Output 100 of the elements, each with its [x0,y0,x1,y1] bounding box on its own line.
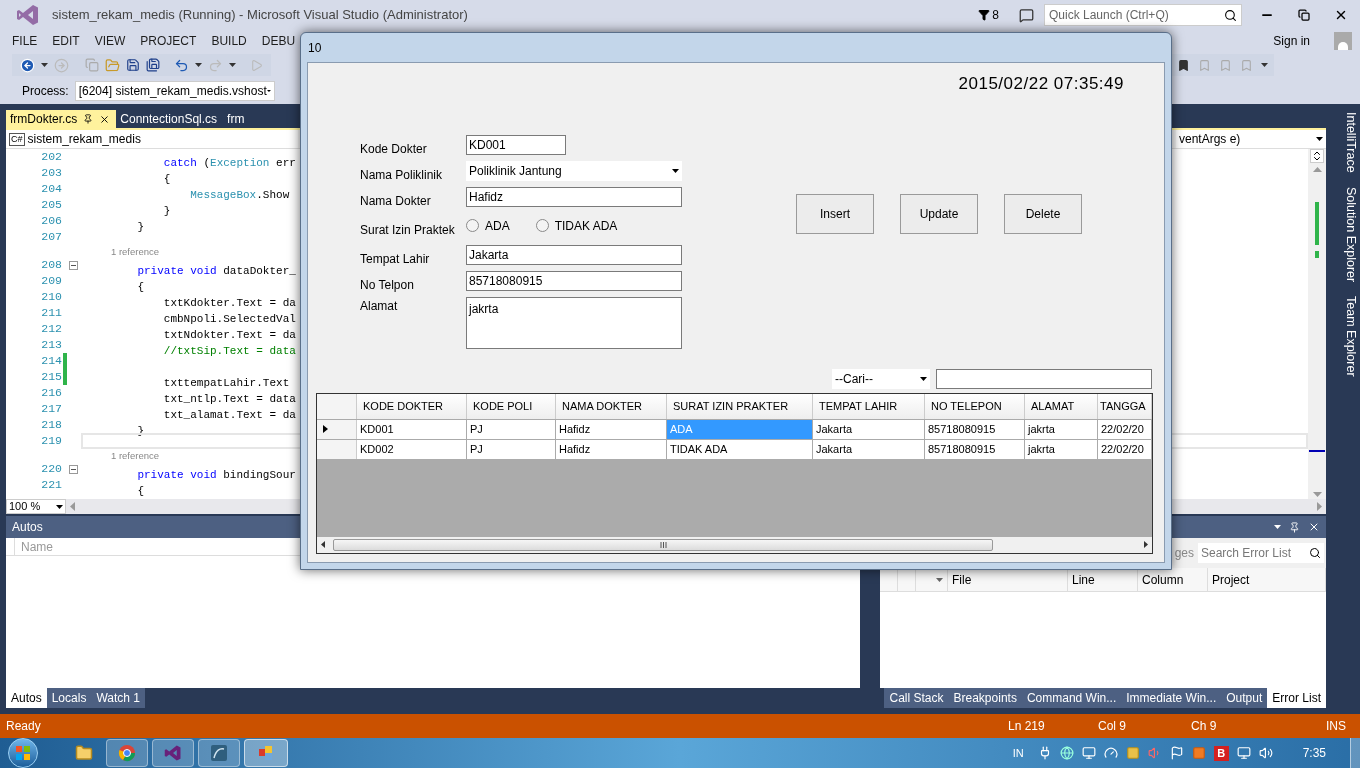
clock[interactable]: 7:35 [1302,744,1326,762]
panel-tab[interactable]: Immediate Win... [1121,688,1222,708]
table-cell[interactable]: 22/02/20 [1098,439,1152,459]
close-icon[interactable] [1308,521,1320,533]
taskbar-button[interactable] [152,739,194,767]
scroll-down-icon[interactable] [1312,492,1322,497]
save-all-icon[interactable] [146,58,160,72]
gauge-icon[interactable] [1103,746,1118,760]
start-button[interactable] [8,738,38,768]
panel-tab[interactable]: Output [1221,688,1268,708]
search-filter-dropdown[interactable]: --Cari-- [832,368,930,389]
scroll-left-icon[interactable] [321,541,325,548]
panel-tab[interactable]: Locals [46,688,92,708]
menu-item[interactable]: DEBU [261,32,296,50]
radio-button[interactable] [466,219,479,232]
document-tab[interactable]: frmDokter.cs [6,110,117,128]
tray-app-icon[interactable] [1125,746,1140,760]
table-cell[interactable]: 85718080915 [925,439,1025,459]
panel-tab[interactable]: Call Stack [884,688,949,708]
column-header[interactable]: NO TELEPON [925,393,1025,419]
search-field[interactable]: Search Error List [1198,543,1324,563]
taskbar-button[interactable] [106,739,148,767]
text-field[interactable]: Hafidz [466,186,682,207]
column-header[interactable]: TEMPAT LAHIR [813,393,925,419]
scroll-up-icon[interactable] [1312,167,1322,172]
back-icon[interactable] [20,57,35,73]
column-header[interactable]: TANGGA [1098,393,1152,419]
menu-item[interactable]: EDIT [52,32,80,50]
table-cell[interactable]: KD001 [357,419,467,439]
panel-tab[interactable]: Breakpoints [948,688,1022,708]
bookmark-icon[interactable] [1177,58,1190,72]
action-button[interactable]: Update [900,193,978,234]
header-corner[interactable] [317,393,357,419]
horizontal-scrollbar[interactable] [317,536,1152,553]
language-indicator[interactable]: IN [1012,744,1024,762]
menu-item[interactable]: BUILD [211,32,247,50]
panel-tab[interactable]: Command Win... [1021,688,1122,708]
reference-count[interactable]: 1 reference [111,448,160,462]
table-cell[interactable]: KD002 [357,439,467,459]
project-dropdown[interactable]: C# sistem_rekam_medis [6,130,298,148]
dropdown-field[interactable]: Poliklinik Jantung [466,160,682,181]
collapse-icon[interactable] [68,260,78,270]
close-icon[interactable] [1334,8,1348,22]
column-header[interactable]: Project [1208,568,1326,591]
network-icon[interactable] [1236,746,1251,760]
text-area[interactable]: jakrta [466,296,682,349]
member-dropdown[interactable]: ventArgs e) [1176,130,1326,148]
radio-button[interactable] [535,219,549,232]
side-tab[interactable]: Team Explorer [1332,295,1360,377]
search-field[interactable] [936,368,1152,389]
monitor-icon[interactable] [1081,746,1096,760]
pin-icon[interactable] [83,114,94,124]
sign-in-link[interactable]: Sign in [1273,32,1310,50]
globe-icon[interactable] [1059,746,1074,760]
table-cell[interactable]: 22/02/20 [1098,419,1152,439]
row-header[interactable] [317,419,357,439]
tray-badge[interactable]: B [1213,745,1229,761]
text-field[interactable]: KD001 [466,134,566,155]
side-tab[interactable]: IntelliTrace [1332,112,1360,173]
table-cell[interactable]: Jakarta [813,439,925,459]
feedback-icon[interactable] [1019,7,1034,23]
filter-icon[interactable] [978,9,991,21]
vertical-scrollbar[interactable] [1308,149,1326,499]
document-tab[interactable]: frm [223,110,251,128]
action-button[interactable]: Insert [796,193,874,234]
column-header[interactable]: ALAMAT [1025,393,1098,419]
splitter-icon[interactable] [1310,149,1324,163]
volume-icon[interactable] [1258,746,1273,760]
notification-count[interactable]: 8 [992,6,999,24]
text-field[interactable]: Jakarta [466,244,682,265]
table-cell[interactable]: 85718080915 [925,419,1025,439]
column-header[interactable]: KODE POLI [467,393,556,419]
table-cell[interactable]: Hafidz [556,439,667,459]
table-cell[interactable]: jakrta [1025,439,1098,459]
panel-tab[interactable]: Error List [1267,688,1326,708]
column-header[interactable]: SURAT IZIN PRAKTER [667,393,813,419]
table-cell[interactable]: PJ [467,439,556,459]
document-tab[interactable]: ConntectionSql.cs [116,110,224,128]
taskbar-button[interactable] [198,739,240,767]
table-cell[interactable]: TIDAK ADA [667,439,813,459]
save-icon[interactable] [126,58,140,72]
table-cell[interactable]: jakrta [1025,419,1098,439]
panel-tab[interactable]: Watch 1 [91,688,145,708]
text-field[interactable]: 85718080915 [466,270,682,291]
table-cell[interactable]: Jakarta [813,419,925,439]
menu-item[interactable]: PROJECT [140,32,197,50]
column-header[interactable]: KODE DOKTER [357,393,467,419]
panel-tab[interactable]: Autos [6,688,47,708]
scroll-right-icon[interactable] [1144,541,1148,548]
radio-label[interactable]: TIDAK ADA [554,216,618,235]
menu-item[interactable]: VIEW [94,32,126,50]
avatar[interactable] [1334,32,1352,50]
undo-icon[interactable] [174,57,189,73]
radio-label[interactable]: ADA [485,216,510,235]
side-tab[interactable]: Solution Explorer [1332,186,1360,282]
restore-icon[interactable] [1298,9,1310,21]
collapse-icon[interactable] [68,464,78,474]
scroll-thumb[interactable] [333,538,993,551]
menu-item[interactable]: FILE [12,32,38,50]
pin-icon[interactable] [1289,521,1300,533]
